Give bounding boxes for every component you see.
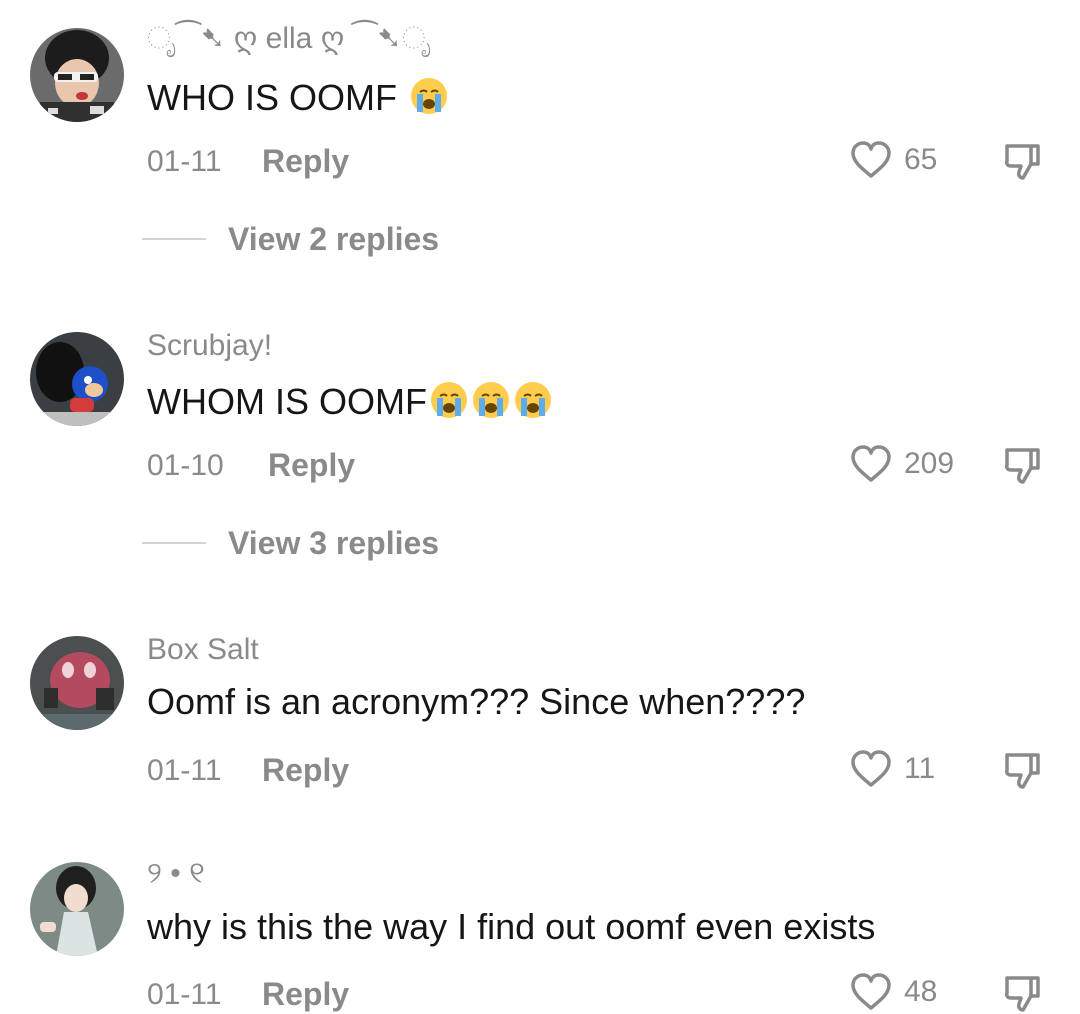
reply-button[interactable]: Reply	[262, 978, 349, 1010]
dislike-button[interactable]	[1001, 444, 1043, 486]
heart-outline-icon	[850, 972, 892, 1012]
comment-date: 01-11	[147, 145, 222, 178]
reply-button[interactable]: Reply	[268, 449, 355, 481]
comment-text-body: WHO IS OOMF	[147, 77, 397, 118]
comment-username[interactable]: ೃ⁀➷ ღ ella ღ ⁀➷ೃ	[147, 24, 431, 54]
like-button[interactable]: 11	[850, 749, 935, 789]
view-replies-button[interactable]: View 3 replies	[142, 527, 439, 559]
comment-username[interactable]: ୨ • ୧	[147, 859, 205, 889]
thumbs-down-icon	[1001, 444, 1043, 486]
comment-username[interactable]: Scrubjay!	[147, 331, 272, 361]
like-count: 11	[904, 752, 936, 785]
heart-outline-icon	[850, 140, 892, 180]
like-count: 65	[904, 143, 938, 176]
divider-line	[142, 542, 206, 544]
comment-text: why is this the way I find out oomf even…	[147, 909, 875, 945]
dislike-button[interactable]	[1001, 972, 1043, 1014]
crying-face-emoji-icon	[409, 76, 449, 116]
view-replies-label: View 2 replies	[228, 221, 440, 257]
divider-line	[142, 238, 206, 240]
dislike-button[interactable]	[1001, 140, 1043, 182]
reply-button[interactable]: Reply	[262, 754, 349, 786]
comment-date: 01-10	[147, 449, 224, 482]
comment-text: WHO IS OOMF	[147, 76, 449, 116]
like-button[interactable]: 48	[850, 972, 937, 1012]
dislike-button[interactable]	[1001, 749, 1043, 791]
crying-face-emoji-icon	[429, 380, 469, 420]
avatar[interactable]	[30, 862, 124, 956]
thumbs-down-icon	[1001, 972, 1043, 1014]
comment-username[interactable]: Box Salt	[147, 635, 259, 665]
crying-face-emoji-icon	[513, 380, 553, 420]
comment-text-body: why is this the way I find out oomf even…	[147, 906, 876, 947]
avatar[interactable]	[30, 636, 124, 730]
like-button[interactable]: 209	[850, 444, 954, 484]
heart-outline-icon	[850, 749, 892, 789]
thumbs-down-icon	[1001, 749, 1043, 791]
avatar[interactable]	[30, 28, 124, 122]
comment-text: Oomf is an acronym??? Since when????	[147, 684, 805, 720]
like-button[interactable]: 65	[850, 140, 937, 180]
comment-date: 01-11	[147, 754, 222, 787]
thumbs-down-icon	[1001, 140, 1043, 182]
crying-face-emoji-icon	[471, 380, 511, 420]
view-replies-label: View 3 replies	[228, 525, 440, 561]
comment-text: WHOM IS OOMF	[147, 380, 553, 420]
heart-outline-icon	[850, 444, 892, 484]
reply-button[interactable]: Reply	[262, 145, 349, 177]
avatar[interactable]	[30, 332, 124, 426]
comment-date: 01-11	[147, 978, 222, 1011]
comment-text-body: Oomf is an acronym??? Since when????	[147, 681, 806, 722]
like-count: 209	[904, 447, 955, 480]
view-replies-button[interactable]: View 2 replies	[142, 223, 439, 255]
comment-text-body: WHOM IS OOMF	[147, 381, 427, 422]
like-count: 48	[904, 975, 938, 1008]
